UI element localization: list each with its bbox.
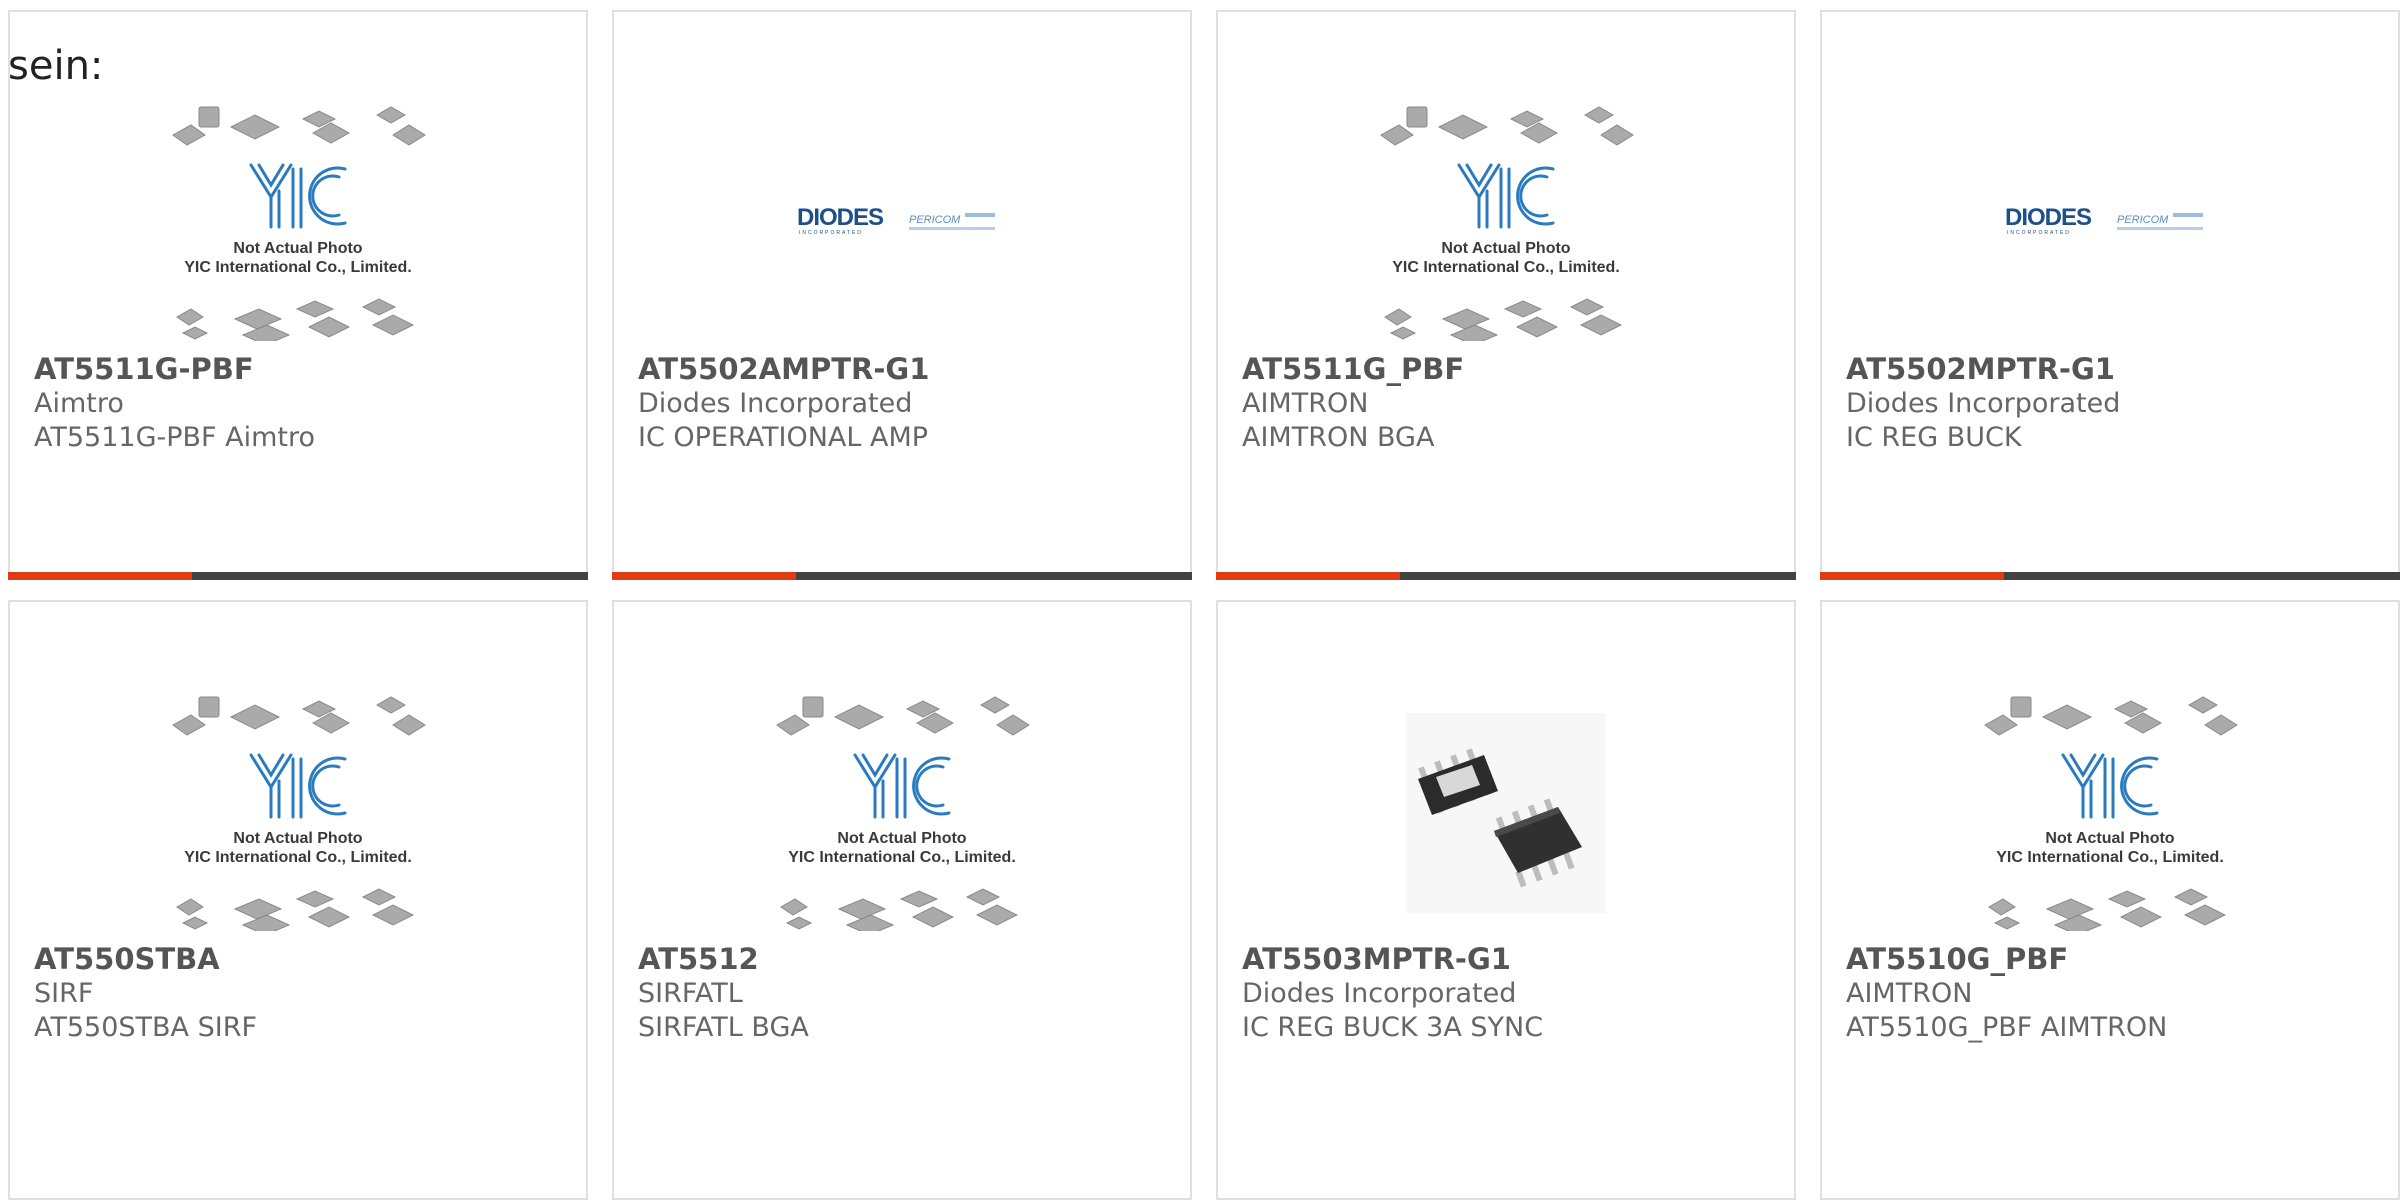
product-card[interactable]: Not Actual Photo YIC International Co., … [8,10,588,580]
card-accent-bar [1820,572,2400,580]
part-number[interactable]: AT5511G_PBF [1242,352,1774,386]
diodes-logo-subtext: INCORPORATED [2007,230,2071,236]
pericom-logo-text: PERICOM [909,214,961,226]
product-image[interactable]: Not Actual Photo YIC International Co., … [614,682,1190,944]
product-card[interactable]: Not Actual Photo YIC International Co., … [8,600,588,1200]
manufacturer: SIRF [34,978,94,1009]
part-number[interactable]: AT5512 [638,942,1170,976]
description: AIMTRON BGA [1242,422,1435,453]
description: AT550STBA SIRF [34,1012,258,1043]
manufacturer: AIMTRON [1242,388,1369,419]
manufacturer: SIRFATL [638,978,743,1009]
product-card[interactable]: Not Actual Photo YIC International Co., … [1820,600,2400,1200]
placeholder-line1: Not Actual Photo [837,830,966,847]
manufacturer: Aimtro [34,388,124,419]
description: IC REG BUCK 3A SYNC [1242,1012,1544,1043]
placeholder-line2: YIC International Co., Limited. [184,259,412,276]
product-image[interactable]: Not Actual Photo YIC International Co., … [10,682,586,944]
product-card[interactable]: DIODES INCORPORATED PERICOM AT5502MPTR-G… [1820,10,2400,580]
manufacturer: AIMTRON [1846,978,1973,1009]
yic-placeholder-image: Not Actual Photo YIC International Co., … [1380,106,1634,341]
yic-placeholder-image: Not Actual Photo YIC International Co., … [776,696,1030,931]
diodes-logo-text: DIODES [2005,204,2092,231]
card-accent-bar [1216,572,1796,580]
soic8-chip-photo [1406,713,1606,913]
placeholder-line1: Not Actual Photo [233,830,362,847]
placeholder-line1: Not Actual Photo [233,240,362,257]
part-number[interactable]: AT5502MPTR-G1 [1846,352,2378,386]
product-image[interactable]: DIODES INCORPORATED PERICOM [614,92,1190,354]
description: AT5510G_PBF AIMTRON [1846,1012,2168,1043]
yic-placeholder-image: Not Actual Photo YIC International Co., … [172,696,426,931]
description: AT5511G-PBF Aimtro [34,422,316,453]
manufacturer: Diodes Incorporated [1846,388,2121,419]
product-card[interactable]: AT5503MPTR-G1 Diodes Incorporated IC REG… [1216,600,1796,1200]
manufacturer: Diodes Incorporated [1242,978,1517,1009]
description: SIRFATL BGA [638,1012,809,1043]
product-image[interactable]: Not Actual Photo YIC International Co., … [1218,92,1794,354]
product-card[interactable]: Not Actual Photo YIC International Co., … [1216,10,1796,580]
product-card[interactable]: DIODES INCORPORATED PERICOM AT5502AMPTR-… [612,10,1192,580]
placeholder-line1: Not Actual Photo [1441,240,1570,257]
placeholder-line2: YIC International Co., Limited. [184,849,412,866]
card-accent-bar [612,572,1192,580]
yic-placeholder-image: Not Actual Photo YIC International Co., … [172,106,426,341]
description: IC REG BUCK [1846,422,2022,453]
placeholder-line1: Not Actual Photo [2045,830,2174,847]
product-card[interactable]: Not Actual Photo YIC International Co., … [612,600,1192,1200]
product-image[interactable] [1218,682,1794,944]
placeholder-line2: YIC International Co., Limited. [788,849,1016,866]
product-image[interactable]: Not Actual Photo YIC International Co., … [10,92,586,354]
card-accent-bar [8,572,588,580]
diodes-pericom-logo: DIODES INCORPORATED PERICOM [797,204,995,236]
pericom-logo-text: PERICOM [2117,214,2169,226]
text-fragment: sein: [8,43,104,89]
product-image[interactable]: Not Actual Photo YIC International Co., … [1822,682,2398,944]
product-image[interactable]: DIODES INCORPORATED PERICOM [1822,92,2398,354]
diodes-pericom-logo: DIODES INCORPORATED PERICOM [2005,204,2203,236]
description: IC OPERATIONAL AMP [638,422,929,453]
diodes-logo-text: DIODES [797,204,884,231]
part-number[interactable]: AT5511G-PBF [34,352,566,386]
diodes-logo-subtext: INCORPORATED [799,230,863,236]
part-number[interactable]: AT5502AMPTR-G1 [638,352,1170,386]
part-number[interactable]: AT5503MPTR-G1 [1242,942,1774,976]
yic-placeholder-image: Not Actual Photo YIC International Co., … [1984,696,2238,931]
part-number[interactable]: AT5510G_PBF [1846,942,2378,976]
placeholder-line2: YIC International Co., Limited. [1392,259,1620,276]
part-number[interactable]: AT550STBA [34,942,566,976]
manufacturer: Diodes Incorporated [638,388,913,419]
placeholder-line2: YIC International Co., Limited. [1996,849,2224,866]
